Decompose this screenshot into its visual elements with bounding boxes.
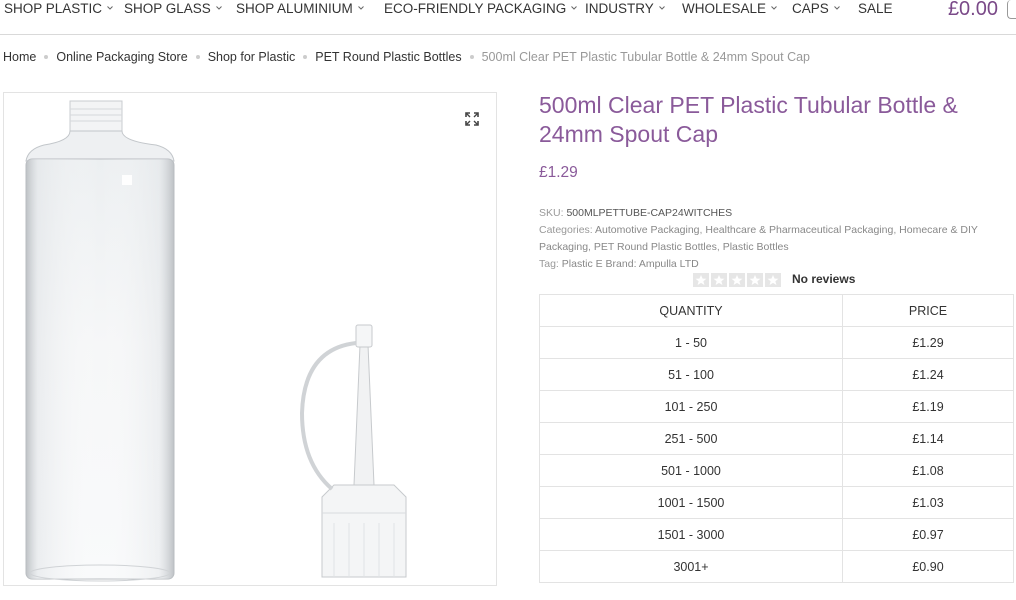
- nav-shop-plastic[interactable]: SHOP PLASTIC: [4, 0, 113, 18]
- breadcrumb-separator: [44, 55, 49, 59]
- price-cell: £0.90: [842, 550, 1014, 583]
- quantity-cell: 501 - 1000: [539, 454, 843, 487]
- table-row: 501 - 1000 £1.08: [539, 454, 1014, 487]
- quantity-cell: 101 - 250: [539, 390, 843, 423]
- chevron-down-icon: [771, 6, 777, 10]
- tag-link[interactable]: Plastic E Brand:: [562, 258, 637, 270]
- main-navigation: SHOP PLASTIC SHOP GLASS SHOP ALUMINIUM E…: [0, 0, 1016, 35]
- nav-wholesale[interactable]: WHOLESALE: [682, 0, 777, 18]
- quantity-cell: 51 - 100: [539, 358, 843, 391]
- nav-shop-glass[interactable]: SHOP GLASS: [124, 0, 222, 18]
- chevron-down-icon: [107, 6, 113, 10]
- price-cell: £1.19: [842, 390, 1014, 423]
- nav-item-label: WHOLESALE: [682, 1, 767, 16]
- table-row: 51 - 100 £1.24: [539, 358, 1014, 391]
- product-image-gallery[interactable]: [3, 92, 497, 586]
- nav-item-label: SALE: [858, 1, 893, 16]
- product-price: £1.29: [539, 164, 578, 181]
- quantity-cell: 1001 - 1500: [539, 486, 843, 519]
- categories-label: Categories:: [539, 224, 593, 236]
- breadcrumb-pet-round-plastic-bottles[interactable]: PET Round Plastic Bottles: [315, 50, 461, 64]
- product-sku: SKU: 500MLPETTUBE-CAP24WITCHES: [539, 205, 1009, 222]
- chevron-down-icon: [357, 6, 364, 10]
- price-cell: £1.24: [842, 358, 1014, 391]
- breadcrumb-separator: [195, 55, 200, 59]
- nav-item-label: CAPS: [792, 1, 829, 16]
- quantity-cell: 1501 - 3000: [539, 518, 843, 551]
- nav-industry[interactable]: INDUSTRY: [585, 0, 665, 18]
- nav-item-label: INDUSTRY: [585, 1, 654, 16]
- nav-sale[interactable]: SALE: [858, 0, 893, 18]
- breadcrumb-separator: [303, 55, 308, 59]
- quantity-cell: 1 - 50: [539, 326, 843, 359]
- table-header-row: QUANTITY PRICE: [539, 294, 1014, 327]
- chevron-down-icon: [215, 6, 222, 10]
- nav-caps[interactable]: CAPS: [792, 0, 840, 18]
- table-row: 1501 - 3000 £0.97: [539, 518, 1014, 551]
- nav-item-label: ECO-FRIENDLY PACKAGING: [384, 1, 567, 16]
- nav-eco-friendly-packaging[interactable]: ECO-FRIENDLY PACKAGING: [384, 0, 578, 18]
- product-tag: Tag: Plastic E Brand: Ampulla LTD: [539, 256, 1009, 273]
- breadcrumb-online-packaging-store[interactable]: Online Packaging Store: [56, 50, 187, 64]
- star-rating: [693, 273, 781, 287]
- category-link-pet-round[interactable]: PET Round Plastic Bottles: [594, 241, 717, 253]
- breadcrumb-home[interactable]: Home: [3, 50, 36, 64]
- breadcrumb-current: 500ml Clear PET Plastic Tubular Bottle &…: [481, 50, 811, 64]
- brand-link[interactable]: Ampulla LTD: [639, 258, 699, 270]
- chevron-down-icon: [658, 6, 665, 10]
- category-link-plastic-bottles[interactable]: Plastic Bottles: [723, 241, 789, 253]
- table-row: 1 - 50 £1.29: [539, 326, 1014, 359]
- price-cell: £0.97: [842, 518, 1014, 551]
- column-header-quantity: QUANTITY: [539, 294, 843, 327]
- breadcrumb-separator: [469, 55, 474, 59]
- chevron-down-icon: [833, 6, 840, 10]
- review-count[interactable]: No reviews: [792, 272, 855, 286]
- table-row: 101 - 250 £1.19: [539, 390, 1014, 423]
- quantity-cell: 3001+: [539, 550, 843, 583]
- nav-item-label: SHOP ALUMINIUM: [236, 1, 353, 16]
- product-title: 500ml Clear PET Plastic Tubular Bottle &…: [539, 92, 958, 147]
- table-row: 3001+ £0.90: [539, 550, 1014, 583]
- cart-total[interactable]: £0.00: [948, 0, 998, 21]
- price-cell: £1.14: [842, 422, 1014, 455]
- price-cell: £1.29: [842, 326, 1014, 359]
- bulk-pricing-table: QUANTITY PRICE 1 - 50 £1.29 51 - 100 £1.24…: [539, 294, 1014, 583]
- expand-icon[interactable]: [464, 111, 480, 127]
- table-row: 1001 - 1500 £1.03: [539, 486, 1014, 519]
- chevron-down-icon: [571, 6, 578, 10]
- cart-icon[interactable]: [1007, 0, 1016, 19]
- tag-label: Tag:: [539, 258, 559, 270]
- table-row: 251 - 500 £1.14: [539, 422, 1014, 455]
- price-cell: £1.08: [842, 454, 1014, 487]
- breadcrumb: Home Online Packaging Store Shop for Plast…: [3, 50, 810, 64]
- nav-item-label: SHOP GLASS: [124, 1, 211, 16]
- breadcrumb-shop-for-plastic[interactable]: Shop for Plastic: [208, 50, 296, 64]
- price-cell: £1.03: [842, 486, 1014, 519]
- product-image: [25, 100, 407, 582]
- sku-label: SKU:: [539, 207, 564, 219]
- quantity-cell: 251 - 500: [539, 422, 843, 455]
- product-categories: Categories: Automotive Packaging, Health…: [539, 224, 978, 253]
- nav-item-label: SHOP PLASTIC: [4, 1, 103, 16]
- sku-value: 500MLPETTUBE-CAP24WITCHES: [566, 207, 733, 219]
- nav-shop-aluminium[interactable]: SHOP ALUMINIUM: [236, 0, 364, 18]
- category-link-healthcare[interactable]: Healthcare & Pharmaceutical Packaging: [705, 224, 893, 236]
- column-header-price: PRICE: [842, 294, 1014, 327]
- category-link-automotive[interactable]: Automotive Packaging: [595, 224, 699, 236]
